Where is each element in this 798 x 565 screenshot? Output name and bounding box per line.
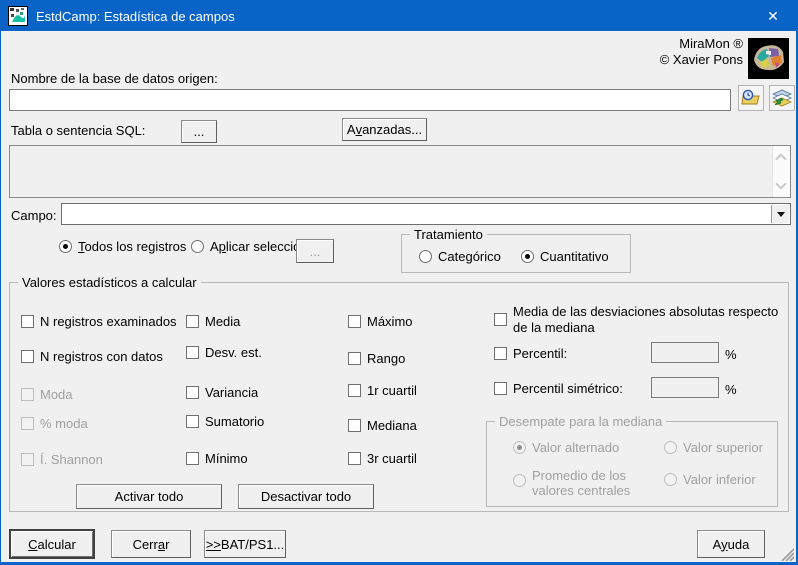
brand-line2: © Xavier Pons [660,52,743,68]
radio-promedio-centrales: Promedio de los valores centrales [513,468,654,498]
bat-ps1-button[interactable]: >>BAT/PS1... [204,530,286,558]
percentil-simetrico-unit: % [725,382,737,397]
checkbox-percentil-simetrico[interactable]: Percentil simétrico: [494,382,623,396]
checkbox-minimo[interactable]: Mínimo [186,452,248,466]
field-label: Campo: [11,208,57,223]
source-db-input[interactable] [9,89,731,111]
checkbox-moda: Moda [21,388,73,402]
radio-quantitative[interactable]: Cuantitativo [521,250,609,264]
estdcamp-dialog: EstdCamp: Estadística de campos ✕ MiraMo… [0,0,798,565]
radio-all-records[interactable]: Todos los registros [59,240,186,254]
checkbox-media[interactable]: Media [186,315,240,329]
miramon-logo [748,38,789,79]
radio-valor-alternado: Valor alternado [513,441,619,455]
radio-categorical[interactable]: Categórico [419,250,501,264]
checkbox-mediana[interactable]: Mediana [348,419,417,433]
source-db-label: Nombre de la base de datos origen: [11,71,218,86]
stats-title: Valores estadísticos a calcular [18,275,201,290]
x-icon: ✕ [767,8,779,25]
treatment-title: Tratamiento [410,227,487,242]
checkbox-3r-cuartil[interactable]: 3r cuartil [348,452,417,466]
radio-valor-inferior: Valor inferior [664,473,756,487]
brand-text: MiraMon ® © Xavier Pons [660,36,743,68]
tiebreak-title: Desempate para la mediana [495,414,666,429]
close-dialog-button[interactable]: Cerrar [111,530,191,558]
checkbox-n-registros-con-datos[interactable]: N registros con datos [21,350,163,364]
radio-valor-superior: Valor superior [664,441,763,455]
checkbox-mad[interactable]: Media de las desviaciones absolutas resp… [494,304,795,336]
resize-grip[interactable] [779,546,794,561]
checkbox-pct-moda: % moda [21,417,88,431]
sql-scrollbar[interactable] [772,146,790,197]
title-bar: EstdCamp: Estadística de campos ✕ [1,1,796,31]
percentil-unit: % [725,347,737,362]
radio-apply-selection[interactable]: Aplicar selección: [191,240,311,254]
close-button[interactable]: ✕ [750,1,796,31]
help-button[interactable]: Ayuda [697,530,765,558]
brand-line1: MiraMon ® [660,36,743,52]
folder-clock-icon [741,89,761,107]
chevron-up-icon [775,153,786,164]
checkbox-rango[interactable]: Rango [348,352,405,366]
combo-dropdown-button[interactable] [771,205,789,223]
calculate-button[interactable]: Calcular [9,529,95,559]
percentil-simetrico-input[interactable] [651,377,719,398]
recent-db-button[interactable] [738,85,764,111]
chevron-down-icon [775,178,786,189]
checkbox-maximo[interactable]: Máximo [348,315,413,329]
layers-arrow-icon [772,89,792,107]
deactivate-all-button[interactable]: Desactivar todo [238,484,374,509]
chevron-down-icon [777,212,785,217]
sql-textarea[interactable] [9,145,791,198]
checkbox-desv-est[interactable]: Desv. est. [186,346,262,360]
open-db-button[interactable] [769,85,795,111]
miramon-app-icon [8,6,28,26]
percentil-input[interactable] [651,342,719,363]
checkbox-percentil[interactable]: Percentil: [494,347,567,361]
checkbox-sumatorio[interactable]: Sumatorio [186,415,264,429]
selection-browse-button: ... [296,239,334,263]
checkbox-1r-cuartil[interactable]: 1r cuartil [348,384,417,398]
window-title: EstdCamp: Estadística de campos [36,9,235,24]
checkbox-i-shannon: Í. Shannon [21,453,103,467]
sql-label: Tabla o sentencia SQL: [11,123,145,138]
checkbox-n-registros-examinados[interactable]: N registros examinados [21,315,177,329]
field-combobox[interactable] [61,203,791,225]
sql-browse-button[interactable]: ... [181,120,217,143]
checkbox-variancia[interactable]: Variancia [186,386,258,400]
advanced-button[interactable]: Avanzadas... [342,118,427,141]
activate-all-button[interactable]: Activar todo [76,484,222,509]
